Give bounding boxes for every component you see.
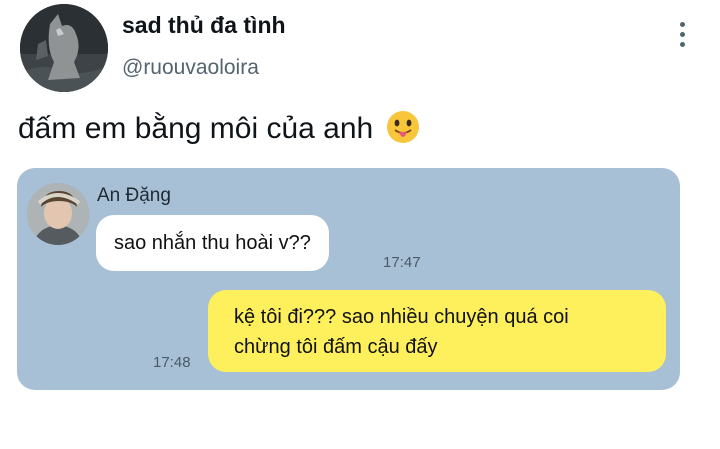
display-name[interactable]: sad thủ đa tình bbox=[122, 12, 286, 39]
chat-screenshot-image: An Đặng sao nhắn thu hoài v?? 17:47 kệ t… bbox=[17, 168, 680, 390]
incoming-message-bubble: sao nhắn thu hoài v?? bbox=[96, 215, 329, 271]
contact-avatar bbox=[27, 183, 89, 245]
outgoing-message-line: chừng tôi đấm cậu đấy bbox=[234, 336, 438, 358]
werewolf-avatar-image bbox=[20, 4, 108, 92]
outgoing-message-time: 17:48 bbox=[153, 354, 191, 371]
user-handle[interactable]: @ruouvaoloira bbox=[122, 56, 259, 80]
tweet-text: đấm em bằng môi của anh bbox=[18, 110, 420, 146]
more-options-icon[interactable] bbox=[675, 20, 691, 50]
profile-avatar[interactable] bbox=[20, 4, 108, 92]
tongue-out-face-icon bbox=[386, 111, 419, 143]
contact-photo-image bbox=[27, 183, 89, 245]
outgoing-message-bubble: kệ tôi đi??? sao nhiều chuyện quá coi ch… bbox=[208, 290, 666, 372]
incoming-message-time: 17:47 bbox=[383, 254, 421, 271]
contact-name: An Đặng bbox=[97, 185, 171, 206]
tweet-text-content: đấm em bằng môi của anh bbox=[18, 112, 374, 145]
outgoing-message-line: kệ tôi đi??? sao nhiều chuyện quá coi bbox=[234, 306, 569, 328]
